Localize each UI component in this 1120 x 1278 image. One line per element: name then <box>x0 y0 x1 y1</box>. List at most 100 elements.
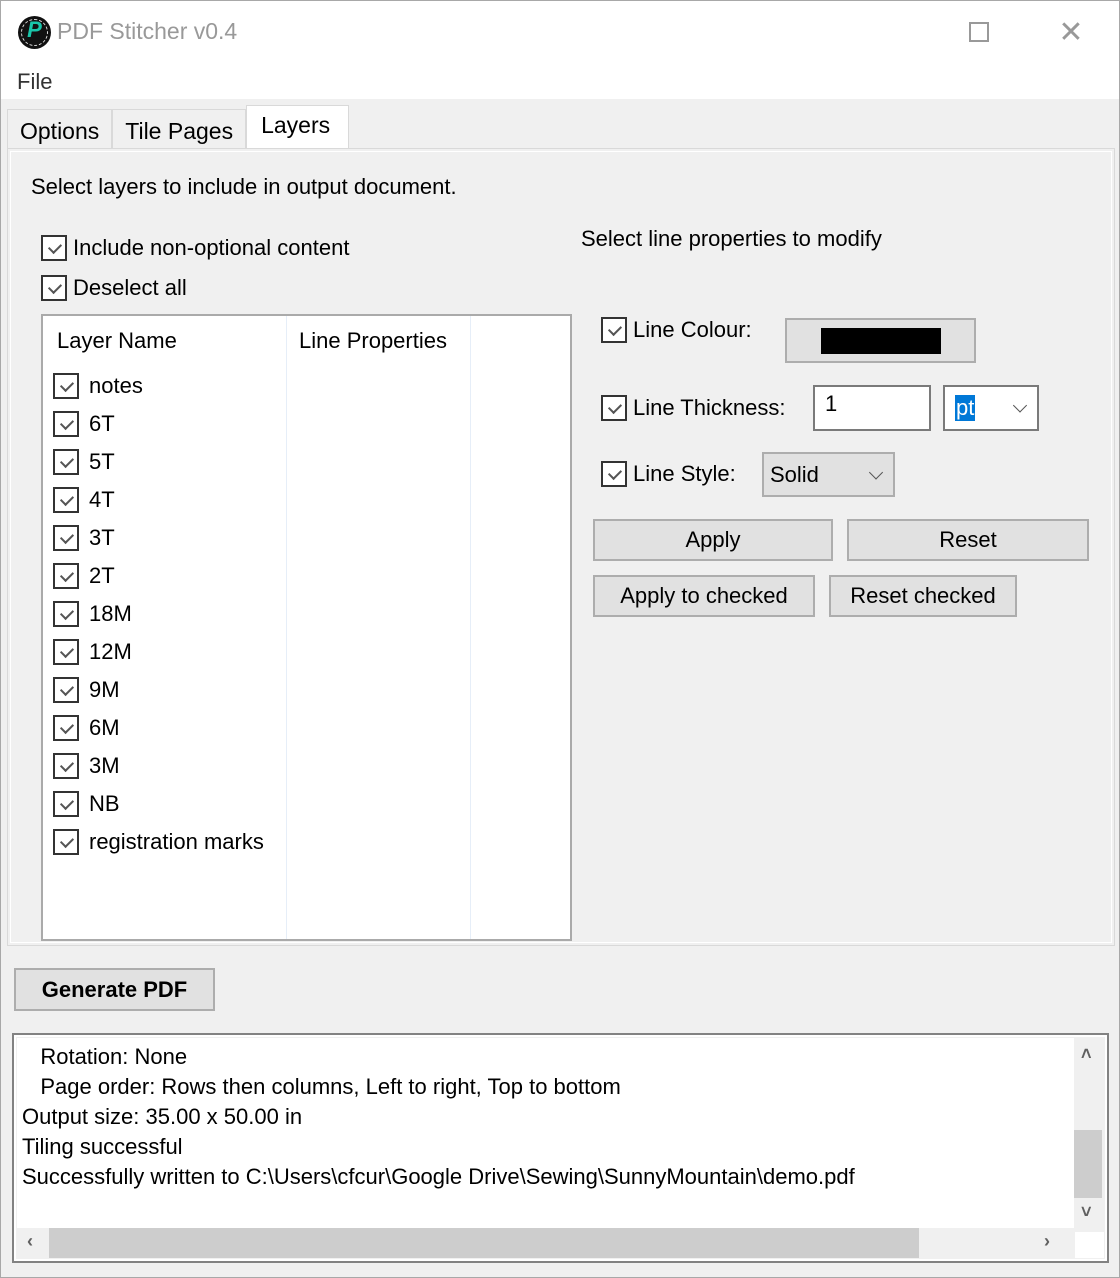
thickness-unit-select[interactable]: pt <box>943 385 1039 431</box>
column-divider[interactable] <box>470 316 471 939</box>
layer-name: 18M <box>89 601 132 626</box>
maximize-icon <box>969 22 989 42</box>
layer-name: 6M <box>89 715 120 740</box>
menu-bar: File <box>1 63 1119 99</box>
layer-name: 6T <box>89 411 115 436</box>
maximize-button[interactable] <box>933 1 1025 63</box>
checkbox-checked-icon[interactable] <box>53 715 79 741</box>
checkbox-checked-icon[interactable] <box>53 639 79 665</box>
log-output[interactable]: Rotation: None Page order: Rows then col… <box>12 1033 1109 1263</box>
layer-row[interactable]: registration marks <box>53 827 264 857</box>
line-thickness-input[interactable]: 1 <box>813 385 931 431</box>
checkbox-checked-icon[interactable] <box>53 563 79 589</box>
column-header-line-properties[interactable]: Line Properties <box>299 328 447 354</box>
log-inner: Rotation: None Page order: Rows then col… <box>16 1037 1105 1259</box>
window-title: PDF Stitcher v0.4 <box>57 18 238 44</box>
checkbox-checked-icon[interactable] <box>53 373 79 399</box>
layers-panel: Select layers to include in output docum… <box>7 148 1115 946</box>
checkbox-checked-icon[interactable] <box>53 411 79 437</box>
line-properties-heading: Select line properties to modify <box>581 226 882 251</box>
layer-row[interactable]: 6T <box>53 409 115 439</box>
horizontal-scroll-thumb[interactable] <box>49 1228 919 1258</box>
scroll-down-icon[interactable]: ˅ <box>1081 1202 1092 1223</box>
layer-row[interactable]: 3T <box>53 523 115 553</box>
layer-name: 2T <box>89 563 115 588</box>
column-divider[interactable] <box>286 316 287 939</box>
checkbox-checked-icon[interactable] <box>53 487 79 513</box>
tab-bar: Options Tile Pages Layers <box>7 105 350 149</box>
layer-row[interactable]: NB <box>53 789 120 819</box>
chevron-down-icon <box>1012 398 1028 413</box>
tab-layers[interactable]: Layers <box>246 105 350 149</box>
log-line: Page order: Rows then columns, Left to r… <box>22 1074 621 1099</box>
scroll-left-icon[interactable]: ‹ <box>27 1231 33 1252</box>
layer-row[interactable]: 18M <box>53 599 132 629</box>
layer-name: 4T <box>89 487 115 512</box>
checkbox-checked-icon <box>41 235 67 261</box>
deselect-all-checkbox[interactable]: Deselect all <box>41 275 187 301</box>
layer-name: 3T <box>89 525 115 550</box>
layer-name: registration marks <box>89 829 264 854</box>
checkbox-checked-icon <box>601 317 627 343</box>
tab-options[interactable]: Options <box>7 109 113 149</box>
line-colour-checkbox[interactable]: Line Colour: <box>601 317 752 343</box>
line-colour-picker-button[interactable] <box>785 318 976 363</box>
line-style-value: Solid <box>770 461 819 487</box>
vertical-scrollbar[interactable]: ˄ ˅ <box>1074 1038 1104 1232</box>
checkbox-checked-icon[interactable] <box>53 601 79 627</box>
line-style-label: Line Style: <box>633 461 736 486</box>
vertical-scroll-thumb[interactable] <box>1074 1130 1102 1198</box>
checkbox-checked-icon[interactable] <box>53 829 79 855</box>
app-window: P PDF Stitcher v0.4 ✕ File Options Tile … <box>0 0 1120 1278</box>
checkbox-checked-icon[interactable] <box>53 753 79 779</box>
log-line: Output size: 35.00 x 50.00 in <box>22 1104 303 1129</box>
menu-file[interactable]: File <box>17 69 52 95</box>
checkbox-checked-icon[interactable] <box>53 449 79 475</box>
reset-checked-button[interactable]: Reset checked <box>829 575 1017 617</box>
layer-name: 3M <box>89 753 120 778</box>
log-line: Rotation: None <box>22 1044 188 1069</box>
close-button[interactable]: ✕ <box>1025 1 1117 63</box>
layer-name: NB <box>89 791 120 816</box>
chevron-down-icon <box>868 464 884 480</box>
layer-name: 9M <box>89 677 120 702</box>
layer-row[interactable]: 2T <box>53 561 115 591</box>
reset-button[interactable]: Reset <box>847 519 1089 561</box>
layer-row[interactable]: 4T <box>53 485 115 515</box>
include-non-optional-label: Include non-optional content <box>73 235 350 260</box>
line-thickness-label: Line Thickness: <box>633 395 786 420</box>
title-bar: P PDF Stitcher v0.4 ✕ <box>1 1 1119 63</box>
horizontal-scrollbar[interactable]: ‹ › <box>17 1228 1075 1258</box>
apply-to-checked-button[interactable]: Apply to checked <box>593 575 815 617</box>
layer-row[interactable]: 3M <box>53 751 120 781</box>
log-line: Tiling successful <box>22 1134 183 1159</box>
app-logo-icon: P <box>18 16 51 49</box>
tab-tile-pages[interactable]: Tile Pages <box>112 109 247 149</box>
logo-letter: P <box>27 17 42 42</box>
apply-button[interactable]: Apply <box>593 519 833 561</box>
deselect-all-label: Deselect all <box>73 275 187 300</box>
checkbox-checked-icon[interactable] <box>53 791 79 817</box>
layer-row[interactable]: 12M <box>53 637 132 667</box>
colour-swatch <box>820 327 941 354</box>
line-colour-label: Line Colour: <box>633 317 752 342</box>
scroll-up-icon[interactable]: ˄ <box>1081 1044 1092 1065</box>
line-style-select[interactable]: Solid <box>762 452 895 497</box>
scroll-right-icon[interactable]: › <box>1044 1231 1050 1252</box>
checkbox-checked-icon[interactable] <box>53 525 79 551</box>
layer-row[interactable]: 9M <box>53 675 120 705</box>
layer-row[interactable]: 5T <box>53 447 115 477</box>
checkbox-checked-icon <box>41 275 67 301</box>
line-style-checkbox[interactable]: Line Style: <box>601 461 736 487</box>
line-thickness-checkbox[interactable]: Line Thickness: <box>601 395 785 421</box>
checkbox-checked-icon <box>601 461 627 487</box>
thickness-unit-value: pt <box>955 395 976 421</box>
layer-list[interactable]: Layer Name Line Properties notes 6T 5T 4T 3T… <box>41 314 572 941</box>
column-header-layer-name[interactable]: Layer Name <box>57 328 177 354</box>
generate-pdf-button[interactable]: Generate PDF <box>14 968 215 1011</box>
include-non-optional-checkbox[interactable]: Include non-optional content <box>41 235 349 261</box>
layer-row[interactable]: 6M <box>53 713 120 743</box>
checkbox-checked-icon[interactable] <box>53 677 79 703</box>
log-line: Successfully written to C:\Users\cfcur\G… <box>22 1164 855 1189</box>
layer-row[interactable]: notes <box>53 371 143 401</box>
